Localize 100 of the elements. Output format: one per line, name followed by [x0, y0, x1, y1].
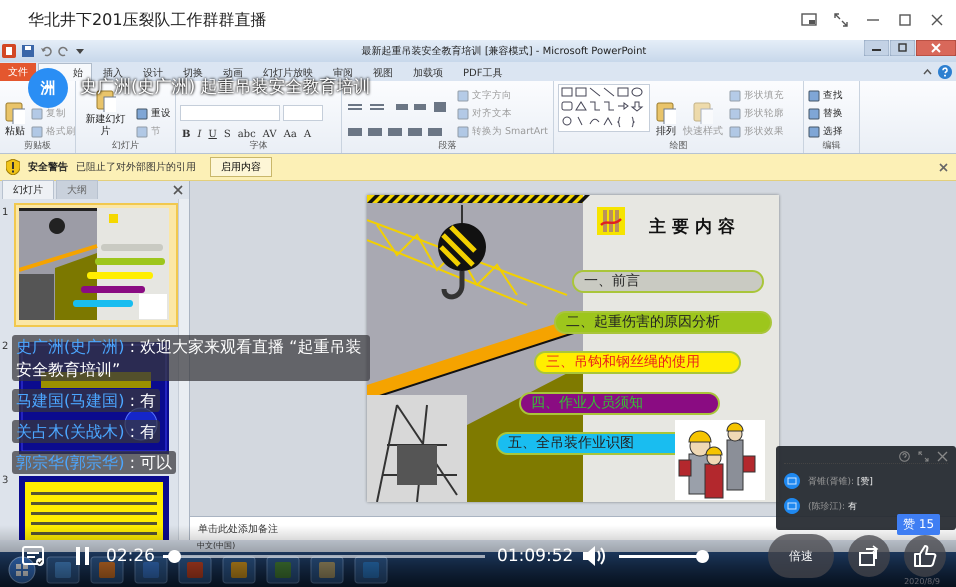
slide-number: 3: [2, 474, 10, 488]
comment-toast: 关占木(关战木) : 有: [12, 420, 160, 443]
shapes-gallery[interactable]: [558, 84, 650, 132]
agenda-item: 二、起重伤害的原因分析: [554, 310, 772, 334]
tool-icon: [808, 108, 820, 120]
tool-icon: [656, 102, 676, 124]
format-button[interactable]: abc: [236, 129, 258, 140]
agenda-item: 三、吊钩和钢丝绳的使用: [534, 351, 741, 374]
subtitles-icon[interactable]: [22, 545, 46, 567]
undo-icon[interactable]: [40, 45, 52, 57]
app-logo-icon: [2, 44, 16, 58]
close-icon[interactable]: [937, 451, 948, 462]
font-name-field[interactable]: [180, 105, 280, 121]
tool-icon: [31, 108, 43, 120]
ribbon-tab[interactable]: PDF工具: [454, 63, 512, 81]
format-button[interactable]: AV: [260, 129, 279, 140]
close-icon[interactable]: [939, 162, 948, 172]
taskbar-date: 2020/8/9: [904, 577, 941, 587]
thumbs-up-icon: [913, 544, 937, 568]
taskbar-app-icon[interactable]: [310, 556, 344, 584]
file-tab[interactable]: 文件: [0, 63, 36, 81]
progress-slider[interactable]: [163, 550, 485, 562]
comment-toast: 马建国(马建国) : 有: [12, 389, 160, 412]
user-avatar-icon: [784, 498, 800, 514]
like-count-badge: 赞 15: [897, 514, 940, 535]
comment-toast: 郭宗华(郭宗华) : 可以: [12, 451, 176, 474]
taskbar-app-icon[interactable]: [178, 556, 212, 584]
ribbon-button[interactable]: 粘贴: [4, 100, 26, 140]
start-button-icon[interactable]: [8, 556, 36, 584]
taskbar-app-icon[interactable]: [46, 556, 80, 584]
tool-icon: [5, 102, 25, 124]
format-button[interactable]: S: [222, 129, 233, 140]
tool-icon: [693, 102, 713, 124]
close-icon[interactable]: [929, 12, 945, 28]
format-button[interactable]: Aa: [282, 129, 299, 140]
logo-icon: [597, 207, 625, 235]
collapse-caret-icon[interactable]: [923, 68, 932, 75]
warning-message: 已阻止了对外部图片的引用: [76, 160, 196, 174]
ribbon-group-label: 段落: [438, 140, 458, 153]
elapsed-time: 02:26: [106, 546, 155, 566]
slide-number: 2: [2, 340, 10, 354]
tool-icon: [729, 90, 741, 102]
taskbar-app-icon[interactable]: [222, 556, 256, 584]
ribbon-button[interactable]: 替换: [808, 107, 843, 120]
ribbon-tab[interactable]: 加载项: [404, 63, 452, 81]
tool-icon: [729, 126, 741, 138]
help-icon[interactable]: [899, 451, 910, 462]
format-button[interactable]: A: [302, 129, 314, 140]
tool-icon: [457, 126, 469, 138]
pause-icon[interactable]: [75, 546, 90, 566]
customize-caret-icon[interactable]: [76, 47, 84, 55]
taskbar-app-icon[interactable]: [266, 556, 300, 584]
redo-icon[interactable]: [58, 45, 70, 57]
ribbon-button[interactable]: 排列: [655, 100, 677, 140]
picture-in-picture-icon[interactable]: [801, 12, 817, 28]
volume-icon[interactable]: [581, 544, 608, 568]
language-status: 中文(中国): [197, 541, 236, 550]
format-button[interactable]: B: [180, 129, 192, 140]
agenda-item: 四、作业人员须知: [519, 392, 720, 414]
total-time: 01:09:52: [497, 546, 574, 566]
ribbon-group-label: 编辑: [822, 140, 842, 153]
ribbon-button[interactable]: 重设: [136, 107, 171, 120]
user-avatar-icon: [784, 473, 800, 489]
panel-tab[interactable]: 大纲: [56, 180, 98, 199]
close-icon[interactable]: [916, 40, 956, 56]
format-button[interactable]: U: [206, 129, 219, 140]
ribbon-group-label: 幻灯片: [111, 140, 140, 153]
save-icon[interactable]: [22, 45, 34, 57]
panel-tab[interactable]: 幻灯片: [2, 180, 54, 199]
expand-icon[interactable]: [918, 451, 929, 462]
tool-icon: [457, 90, 469, 102]
slide-title: 主要内容: [649, 216, 741, 238]
tool-icon: [136, 126, 148, 138]
enable-content-button[interactable]: 启用内容: [210, 157, 272, 177]
taskbar-app-icon[interactable]: [354, 556, 388, 584]
slide-number: 1: [2, 206, 10, 220]
document-title: 最新起重吊装安全教育培训 [兼容模式] - Microsoft PowerPoint: [360, 44, 648, 58]
agenda-item: 一、前言: [572, 270, 764, 293]
font-size-field[interactable]: [283, 105, 323, 121]
ribbon-group-label: 剪贴板: [23, 140, 52, 153]
chat-message: (陈珍江): 有: [808, 500, 857, 512]
format-button[interactable]: I: [195, 129, 204, 140]
rotate-icon: [858, 545, 880, 567]
tool-icon: [136, 108, 148, 120]
slide-thumbnail[interactable]: [14, 203, 178, 327]
help-icon[interactable]: [938, 64, 952, 78]
tool-icon: [729, 108, 741, 120]
window-title: 华北井下201压裂队工作群群直播: [28, 10, 268, 30]
ribbon-button[interactable]: 查找: [808, 89, 843, 102]
tool-icon: [31, 126, 43, 138]
chat-message: 胥锥(胥锥): [赞]: [808, 476, 873, 488]
tool-icon: [457, 108, 469, 120]
tool-icon: [808, 126, 820, 138]
maximize-icon[interactable]: [897, 12, 913, 28]
comment-toast: 史广洲(史广洲) : 欢迎大家来观看直播 “起重吊装安全教育培训”: [12, 335, 370, 381]
expand-icon[interactable]: [833, 12, 849, 28]
close-icon[interactable]: [173, 185, 183, 195]
minimize-icon[interactable]: [864, 40, 889, 56]
ribbon-button[interactable]: 选择: [808, 125, 843, 138]
restore-icon[interactable]: [890, 40, 915, 56]
